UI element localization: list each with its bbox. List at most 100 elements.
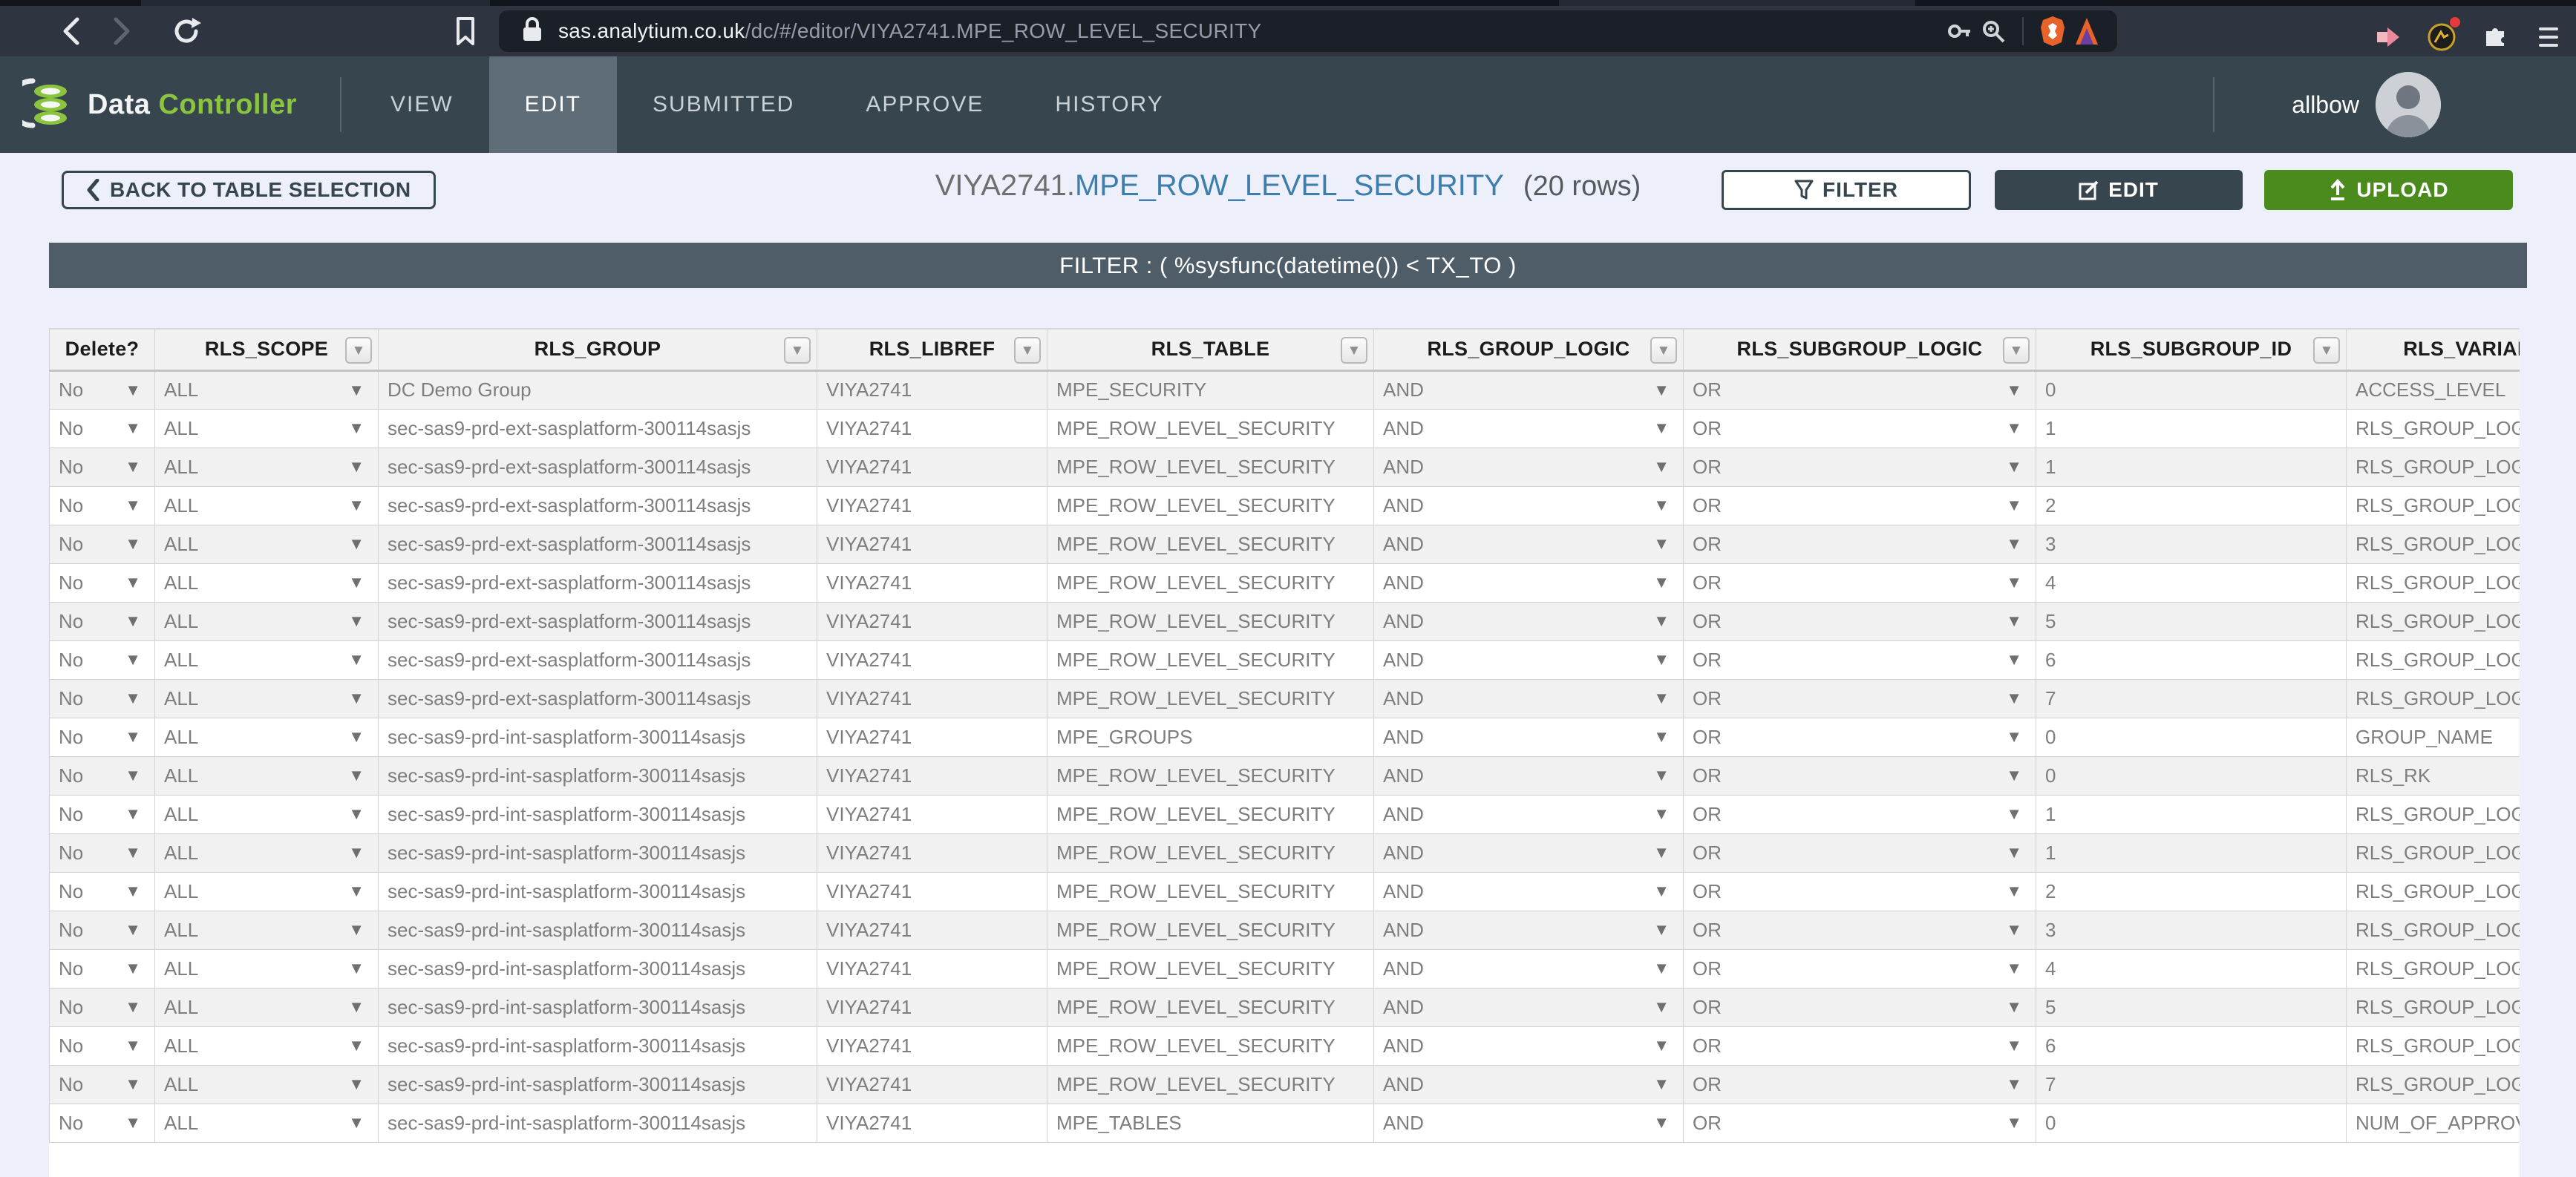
cell-rls-scope[interactable]: ALL ▼ <box>154 678 379 718</box>
cell-rls-group-logic[interactable]: AND ▼ <box>1373 408 1684 448</box>
cell-delete-[interactable]: No ▼ <box>49 524 155 564</box>
cell-rls-subgroup-logic[interactable]: OR ▼ <box>1683 447 2036 487</box>
cell-delete-[interactable]: No ▼ <box>49 794 155 834</box>
cell-delete-[interactable]: No ▼ <box>49 948 155 989</box>
cell-rls-group-logic[interactable]: AND ▼ <box>1373 948 1684 989</box>
cell-rls-subgroup-logic[interactable]: OR ▼ <box>1683 408 2036 448</box>
cell-delete-[interactable]: No ▼ <box>49 833 155 873</box>
cell-rls-subgroup-logic[interactable]: OR ▼ <box>1683 717 2036 757</box>
forward-icon[interactable] <box>104 14 138 48</box>
tab-submitted[interactable]: SUBMITTED <box>617 56 830 153</box>
cell-delete-[interactable]: No ▼ <box>49 447 155 487</box>
puzzle-icon[interactable] <box>2478 20 2512 54</box>
cell-delete-[interactable]: No ▼ <box>49 717 155 757</box>
tab-approve[interactable]: APPROVE <box>830 56 1019 153</box>
cell-rls-group-logic[interactable]: AND ▼ <box>1373 447 1684 487</box>
cell-rls-group-logic[interactable]: AND ▼ <box>1373 1064 1684 1104</box>
title-table-name[interactable]: MPE_ROW_LEVEL_SECURITY <box>1075 169 1504 202</box>
cell-rls-scope[interactable]: ALL ▼ <box>154 833 379 873</box>
cell-rls-group-logic[interactable]: AND ▼ <box>1373 987 1684 1027</box>
cell-rls-group-logic[interactable]: AND ▼ <box>1373 601 1684 641</box>
cell-delete-[interactable]: No ▼ <box>49 678 155 718</box>
cell-rls-subgroup-logic[interactable]: OR ▼ <box>1683 948 2036 989</box>
app-logo[interactable]: Data Controller <box>22 56 297 153</box>
cell-rls-scope[interactable]: ALL ▼ <box>154 408 379 448</box>
cell-rls-group-logic[interactable]: AND ▼ <box>1373 485 1684 525</box>
cell-rls-scope[interactable]: ALL ▼ <box>154 948 379 989</box>
cell-rls-group-logic[interactable]: AND ▼ <box>1373 563 1684 603</box>
column-header-rls-libref[interactable]: RLS_LIBREF ▼ <box>817 328 1047 372</box>
tab-history[interactable]: HISTORY <box>1019 56 1199 153</box>
column-filter-icon[interactable]: ▼ <box>1650 337 1677 364</box>
avatar[interactable] <box>2376 72 2441 137</box>
cell-rls-group-logic[interactable]: AND ▼ <box>1373 755 1684 796</box>
username[interactable]: allbow <box>2292 91 2359 119</box>
key-icon[interactable] <box>1942 14 1976 48</box>
cell-delete-[interactable]: No ▼ <box>49 755 155 796</box>
column-filter-icon[interactable]: ▼ <box>2313 337 2340 364</box>
cell-rls-subgroup-logic[interactable]: OR ▼ <box>1683 794 2036 834</box>
cell-rls-scope[interactable]: ALL ▼ <box>154 447 379 487</box>
cell-rls-subgroup-logic[interactable]: OR ▼ <box>1683 370 2036 410</box>
cell-delete-[interactable]: No ▼ <box>49 1103 155 1143</box>
cell-rls-group-logic[interactable]: AND ▼ <box>1373 678 1684 718</box>
cell-rls-group-logic[interactable]: AND ▼ <box>1373 370 1684 410</box>
cell-rls-group-logic[interactable]: AND ▼ <box>1373 640 1684 680</box>
column-filter-icon[interactable]: ▼ <box>2003 337 2030 364</box>
cell-rls-scope[interactable]: ALL ▼ <box>154 1064 379 1104</box>
cell-rls-subgroup-logic[interactable]: OR ▼ <box>1683 987 2036 1027</box>
column-header-rls-subgroup-id[interactable]: RLS_SUBGROUP_ID ▼ <box>2036 328 2347 372</box>
cell-rls-scope[interactable]: ALL ▼ <box>154 871 379 911</box>
cell-rls-subgroup-logic[interactable]: OR ▼ <box>1683 1103 2036 1143</box>
cell-rls-group-logic[interactable]: AND ▼ <box>1373 910 1684 950</box>
cell-rls-scope[interactable]: ALL ▼ <box>154 640 379 680</box>
column-header-rls-scope[interactable]: RLS_SCOPE ▼ <box>154 328 379 372</box>
column-filter-icon[interactable]: ▼ <box>345 337 372 364</box>
cell-rls-scope[interactable]: ALL ▼ <box>154 717 379 757</box>
column-header-rls-group-logic[interactable]: RLS_GROUP_LOGIC ▼ <box>1373 328 1684 372</box>
back-to-table-selection-button[interactable]: BACK TO TABLE SELECTION <box>62 171 436 209</box>
cell-delete-[interactable]: No ▼ <box>49 910 155 950</box>
cell-rls-subgroup-logic[interactable]: OR ▼ <box>1683 910 2036 950</box>
column-filter-icon[interactable]: ▼ <box>1014 337 1041 364</box>
cell-rls-subgroup-logic[interactable]: OR ▼ <box>1683 833 2036 873</box>
cell-rls-scope[interactable]: ALL ▼ <box>154 910 379 950</box>
cell-delete-[interactable]: No ▼ <box>49 1064 155 1104</box>
cell-delete-[interactable]: No ▼ <box>49 601 155 641</box>
cell-delete-[interactable]: No ▼ <box>49 563 155 603</box>
bookmark-icon[interactable] <box>448 14 483 48</box>
cell-delete-[interactable]: No ▼ <box>49 408 155 448</box>
cell-rls-group-logic[interactable]: AND ▼ <box>1373 1103 1684 1143</box>
filter-button[interactable]: FILTER <box>1722 170 1971 210</box>
cell-rls-group-logic[interactable]: AND ▼ <box>1373 717 1684 757</box>
cell-rls-scope[interactable]: ALL ▼ <box>154 485 379 525</box>
column-header-delete-[interactable]: Delete? <box>49 328 155 372</box>
cell-delete-[interactable]: No ▼ <box>49 987 155 1027</box>
column-filter-icon[interactable]: ▼ <box>1341 337 1367 364</box>
cell-rls-subgroup-logic[interactable]: OR ▼ <box>1683 524 2036 564</box>
cell-rls-subgroup-logic[interactable]: OR ▼ <box>1683 563 2036 603</box>
column-filter-icon[interactable]: ▼ <box>784 337 811 364</box>
zoom-icon[interactable] <box>1976 14 2010 48</box>
tab-edit[interactable]: EDIT <box>488 56 618 153</box>
upload-button[interactable]: UPLOAD <box>2264 170 2513 210</box>
tab-view[interactable]: VIEW <box>355 56 489 153</box>
shield-triangle-icon[interactable] <box>2070 14 2104 48</box>
cell-rls-subgroup-logic[interactable]: OR ▼ <box>1683 871 2036 911</box>
column-header-rls-group[interactable]: RLS_GROUP ▼ <box>378 328 817 372</box>
cell-rls-scope[interactable]: ALL ▼ <box>154 601 379 641</box>
cell-rls-subgroup-logic[interactable]: OR ▼ <box>1683 640 2036 680</box>
cell-delete-[interactable]: No ▼ <box>49 370 155 410</box>
cell-rls-group-logic[interactable]: AND ▼ <box>1373 794 1684 834</box>
cell-delete-[interactable]: No ▼ <box>49 485 155 525</box>
reload-icon[interactable] <box>169 14 203 48</box>
cell-rls-subgroup-logic[interactable]: OR ▼ <box>1683 601 2036 641</box>
column-header-rls-table[interactable]: RLS_TABLE ▼ <box>1047 328 1374 372</box>
menu-icon[interactable] <box>2531 20 2566 54</box>
cell-rls-subgroup-logic[interactable]: OR ▼ <box>1683 1026 2036 1066</box>
cell-delete-[interactable]: No ▼ <box>49 1026 155 1066</box>
cell-rls-subgroup-logic[interactable]: OR ▼ <box>1683 485 2036 525</box>
cell-delete-[interactable]: No ▼ <box>49 640 155 680</box>
edit-button[interactable]: EDIT <box>1995 170 2243 210</box>
extension-badge-icon[interactable] <box>2425 17 2460 54</box>
